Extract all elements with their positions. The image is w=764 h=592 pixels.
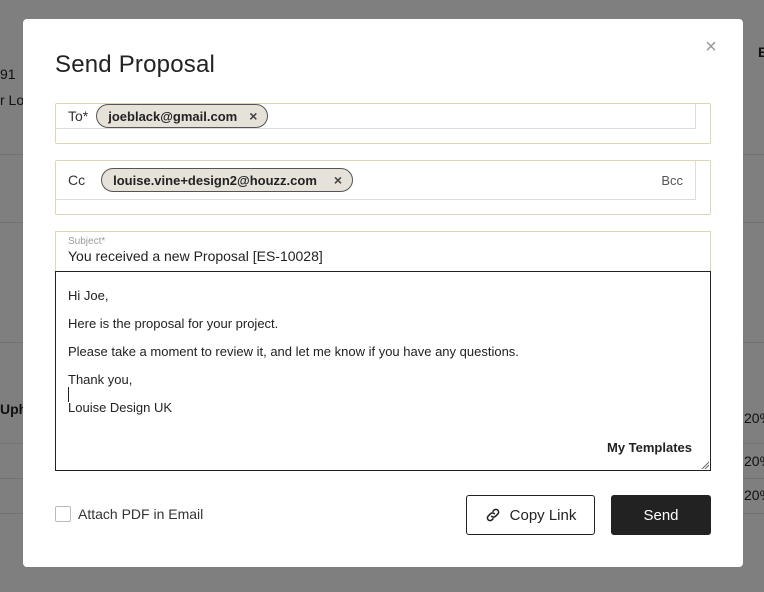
attach-pdf-option[interactable]: Attach PDF in Email: [55, 506, 203, 522]
body-line: Here is the proposal for your project.: [68, 316, 279, 331]
remove-cc-recipient-icon[interactable]: ×: [334, 172, 342, 188]
to-field[interactable]: To* joeblack@gmail.com ×: [55, 103, 711, 144]
resize-grip-icon[interactable]: [701, 461, 709, 469]
to-field-row[interactable]: To* joeblack@gmail.com ×: [56, 104, 696, 129]
body-line: Hi Joe,: [68, 288, 109, 303]
link-icon: [486, 508, 500, 522]
attach-pdf-label[interactable]: Attach PDF in Email: [78, 506, 203, 522]
attach-pdf-checkbox[interactable]: [55, 506, 71, 522]
subject-input[interactable]: You received a new Proposal [ES-10028]: [68, 248, 323, 264]
my-templates-link[interactable]: My Templates: [607, 440, 692, 455]
send-proposal-modal: × Send Proposal To* joeblack@gmail.com ×…: [23, 19, 743, 567]
subject-field[interactable]: Subject* You received a new Proposal [ES…: [55, 231, 711, 272]
cc-recipient-email: louise.vine+design2@houzz.com: [113, 172, 317, 188]
cc-recipient-chip: louise.vine+design2@houzz.com ×: [101, 168, 354, 192]
body-line: Please take a moment to review it, and l…: [68, 344, 519, 359]
close-icon[interactable]: ×: [703, 37, 719, 57]
cc-label: Cc: [68, 172, 86, 188]
cc-field[interactable]: Cc louise.vine+design2@houzz.com × Bcc: [55, 160, 711, 215]
remove-recipient-icon[interactable]: ×: [249, 108, 257, 124]
body-line: Thank you,: [68, 372, 133, 387]
bcc-link[interactable]: Bcc: [661, 173, 683, 188]
modal-title: Send Proposal: [55, 51, 216, 78]
copy-link-label: Copy Link: [509, 506, 577, 524]
subject-label: Subject*: [68, 236, 106, 247]
copy-link-button[interactable]: Copy Link: [466, 495, 595, 535]
send-label: Send: [643, 506, 679, 524]
to-label: To*: [68, 108, 89, 124]
body-line: Louise Design UK: [68, 400, 173, 415]
recipient-chip: joeblack@gmail.com ×: [96, 104, 269, 128]
recipient-email: joeblack@gmail.com: [108, 108, 238, 124]
send-button[interactable]: Send: [611, 495, 711, 535]
message-body-textarea[interactable]: Hi Joe, Here is the proposal for your pr…: [55, 271, 711, 471]
cc-field-row[interactable]: Cc louise.vine+design2@houzz.com × Bcc: [56, 161, 696, 200]
